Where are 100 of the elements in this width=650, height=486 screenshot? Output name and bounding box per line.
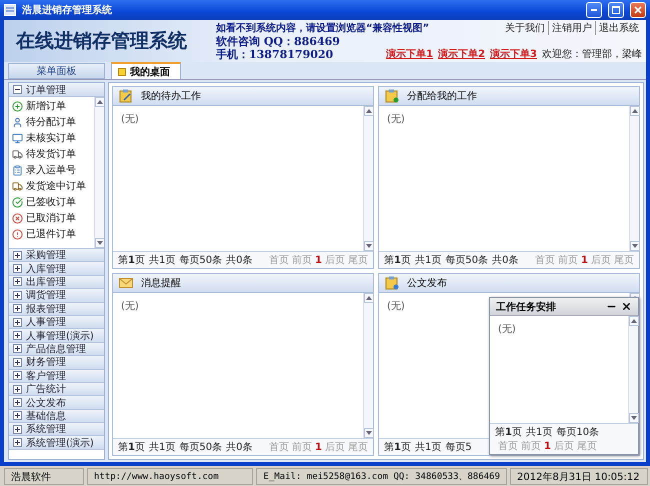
- pager-info: 每页10条: [556, 427, 600, 438]
- status-cell: 2012年8月31日 10:05:12: [510, 468, 648, 485]
- menu-item[interactable]: 待分配订单: [9, 114, 94, 130]
- close-icon[interactable]: [621, 301, 632, 312]
- menu-group[interactable]: 调货管理: [9, 289, 104, 303]
- menu-group[interactable]: 基础信息: [9, 410, 104, 424]
- scroll-up-button[interactable]: [630, 106, 640, 116]
- group-label: 入库管理: [26, 262, 66, 276]
- menu-group[interactable]: 系统管理(演示): [9, 436, 104, 450]
- pager-info: 共0条: [226, 442, 252, 453]
- pager-link[interactable]: 1: [544, 441, 551, 452]
- group-label: 人事管理(演示): [26, 330, 94, 343]
- scroll-up-button[interactable]: [364, 106, 374, 116]
- scroll-up-button[interactable]: [95, 97, 104, 107]
- demo-link[interactable]: 演示下单3: [490, 47, 537, 61]
- group-label: 公文发布: [26, 396, 66, 410]
- scroll-down-button[interactable]: [630, 241, 640, 251]
- scroll-down-button[interactable]: [364, 241, 374, 251]
- plus-circle-icon: [12, 100, 23, 112]
- pager-info: 每页50条: [445, 255, 488, 266]
- minimize-icon: [591, 9, 597, 11]
- group-label: 出库管理: [26, 276, 66, 289]
- group-label: 报表管理: [26, 302, 66, 316]
- status-cell: E_Mail: mei5258@163.com QQ: 34860533、886469: [256, 468, 507, 485]
- alert-circle-icon: [12, 228, 23, 240]
- menu-group[interactable]: 产品信息管理: [9, 342, 104, 356]
- panel-title: 消息提醒: [141, 276, 181, 290]
- up-arrow-icon: [97, 100, 103, 104]
- header-link[interactable]: 注销用户: [548, 21, 595, 35]
- tab[interactable]: 我的桌面: [111, 62, 181, 79]
- menu-group[interactable]: 广告统计: [9, 382, 104, 396]
- group-label: 客户管理: [26, 370, 66, 383]
- menu-item[interactable]: 已取消订单: [9, 210, 94, 226]
- cancel-circle-icon: [12, 212, 23, 224]
- menu-item[interactable]: 新增订单: [9, 98, 94, 114]
- minimize-button[interactable]: [586, 2, 602, 18]
- pager-info: 共1页: [148, 442, 176, 453]
- menu-group[interactable]: 客户管理: [9, 370, 104, 383]
- down-arrow-icon: [631, 416, 637, 420]
- browser-notice: 如看不到系统内容，请设置浏览器“兼容性视图”: [216, 21, 430, 35]
- scroll-down-button[interactable]: [95, 238, 104, 248]
- empty-text: (无): [387, 301, 405, 312]
- down-arrow-icon: [632, 244, 638, 248]
- menu-group[interactable]: 系统管理: [9, 423, 104, 436]
- maximize-button[interactable]: [608, 2, 624, 18]
- maximize-icon: [612, 6, 620, 14]
- status-cell: http://www.haoysoft.com: [87, 468, 254, 485]
- empty-text: (无): [498, 324, 516, 335]
- menu-group[interactable]: 公文发布: [9, 396, 104, 410]
- menu-group[interactable]: 出库管理: [9, 276, 104, 290]
- pager-info: 共1页: [414, 255, 442, 266]
- notepad-icon: [119, 89, 133, 103]
- group-label: 广告统计: [26, 382, 66, 396]
- notepad-icon: [385, 276, 399, 290]
- group-label: 订单管理: [26, 84, 66, 96]
- menu-group[interactable]: 入库管理: [9, 262, 104, 276]
- menu-item[interactable]: 发货途中订单: [9, 178, 94, 194]
- up-arrow-icon: [366, 296, 372, 300]
- menu-group[interactable]: 财务管理: [9, 356, 104, 370]
- down-arrow-icon: [97, 241, 103, 245]
- menu-item[interactable]: 录入运单号: [9, 162, 94, 178]
- menu-item[interactable]: 待发货订单: [9, 146, 94, 162]
- group-label: 财务管理: [26, 356, 66, 370]
- scroll-up-button[interactable]: [629, 316, 639, 326]
- menu-item[interactable]: 未核实订单: [9, 130, 94, 146]
- demo-link[interactable]: 演示下单2: [438, 47, 486, 61]
- scroll-down-button[interactable]: [364, 428, 374, 438]
- menu-group[interactable]: 采购管理: [9, 249, 104, 262]
- demo-link[interactable]: 演示下单1: [386, 47, 434, 61]
- panel-title: 公文发布: [407, 276, 447, 290]
- pager-info: 第1页: [384, 255, 411, 266]
- scroll-down-button[interactable]: [629, 413, 639, 423]
- app-icon: [4, 4, 16, 16]
- window-title: 浩晨进销存管理系统: [22, 4, 112, 17]
- menu-group[interactable]: 人事管理(演示): [9, 329, 104, 343]
- pager-link[interactable]: 1: [581, 255, 588, 266]
- menu-item[interactable]: 已退件订单: [9, 226, 94, 242]
- group-label: 系统管理: [26, 422, 66, 436]
- group-label: 产品信息管理: [26, 342, 86, 356]
- app-logo: 在线进销存管理系统: [16, 29, 188, 54]
- up-arrow-icon: [366, 109, 372, 113]
- pager-info: 每页5: [445, 442, 472, 453]
- menu-group[interactable]: 报表管理: [9, 302, 104, 316]
- status-cell: 浩晨软件: [4, 468, 84, 485]
- empty-text: (无): [121, 114, 139, 125]
- panel-title: 分配给我的工作: [407, 90, 477, 103]
- menu-item[interactable]: 已签收订单: [9, 194, 94, 210]
- menu-group[interactable]: 订单管理: [9, 83, 104, 97]
- header-link[interactable]: 退出系统: [595, 21, 642, 35]
- pager-info: 共0条: [226, 255, 252, 266]
- welcome-text: 欢迎您：管理部，梁峰: [542, 48, 642, 61]
- person-icon: [12, 116, 23, 128]
- menu-group[interactable]: 人事管理: [9, 316, 104, 330]
- up-arrow-icon: [632, 109, 638, 113]
- pager-link[interactable]: 1: [315, 255, 322, 266]
- consult-info: 软件咨询 QQ：886469: [216, 34, 340, 48]
- scroll-up-button[interactable]: [364, 293, 374, 303]
- pager-link[interactable]: 1: [315, 442, 322, 453]
- close-button[interactable]: [630, 2, 646, 18]
- header-link[interactable]: 关于我们: [502, 21, 548, 35]
